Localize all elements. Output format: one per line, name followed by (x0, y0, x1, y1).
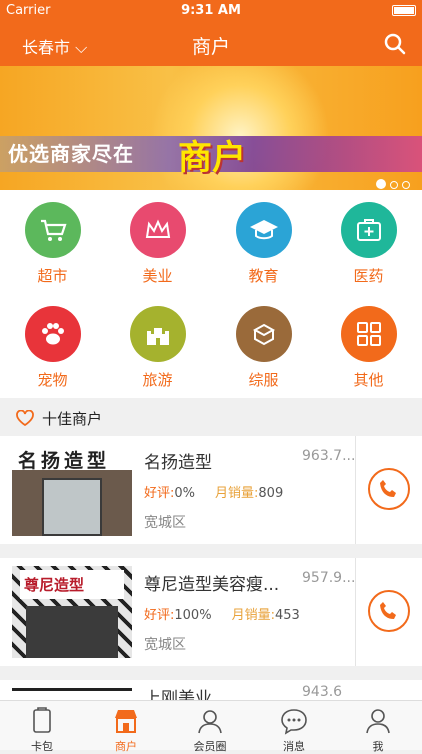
user-icon (366, 709, 390, 734)
grid-icon (340, 306, 397, 362)
chat-icon (281, 709, 307, 735)
search-icon[interactable] (384, 33, 406, 55)
banner-slogan: 优选商家尽在 (8, 142, 134, 166)
box-icon (235, 306, 292, 362)
category-other[interactable]: 其他 (316, 294, 421, 398)
graduation-cap-icon (235, 202, 292, 258)
category-label: 美业 (142, 267, 173, 285)
category-education[interactable]: 教育 (211, 190, 316, 294)
store-icon (115, 710, 137, 733)
shop-sales: 809 (258, 486, 284, 501)
phone-icon (380, 602, 396, 619)
category-label: 旅游 (142, 371, 173, 389)
category-medicine[interactable]: 医药 (316, 190, 421, 294)
paw-icon (24, 306, 81, 362)
shopping-cart-icon (24, 202, 81, 258)
castle-icon (129, 306, 186, 362)
shop-distance: 957.9... (302, 570, 356, 586)
heart-icon (16, 410, 34, 426)
shop-photo: 尊尼造型 (12, 566, 132, 658)
category-label: 超市 (37, 267, 68, 285)
shop-sign-text: 名扬造型 (18, 450, 111, 472)
category-supermarket[interactable]: 超市 (0, 190, 105, 294)
shop-name: 尊尼造型美容瘦... (144, 575, 280, 595)
category-label: 医药 (353, 267, 384, 285)
list-item[interactable]: 名扬造型 名扬造型 963.7... 好评:0% 月销量:809 宽城区 (0, 436, 422, 544)
shop-photo (12, 688, 132, 700)
call-button[interactable] (368, 590, 410, 632)
banner-page-indicator[interactable] (372, 174, 410, 190)
shop-area: 宽城区 (144, 515, 186, 531)
battery-icon (392, 5, 416, 16)
tab-merchants[interactable]: 商户 (84, 701, 168, 753)
category-services[interactable]: 综服 (211, 294, 316, 398)
category-label: 教育 (248, 267, 279, 285)
tab-members[interactable]: 会员圈 (168, 701, 252, 753)
category-label: 其他 (353, 371, 384, 389)
list-item[interactable]: 尊尼造型 尊尼造型美容瘦... 957.9... 好评:100% 月销量:453 … (0, 558, 422, 666)
members-icon (198, 710, 222, 734)
category-beauty[interactable]: 美业 (105, 190, 210, 294)
shop-rating: 0% (174, 486, 196, 501)
banner-highlight: 商户 (178, 138, 246, 178)
list-item[interactable]: 上刚美业 943.6 (0, 680, 422, 700)
phone-icon (380, 480, 396, 497)
call-button[interactable] (368, 468, 410, 510)
shop-name: 上刚美业 (144, 689, 212, 700)
nav-bar: 长春市 ⌵ 商户 (0, 22, 422, 66)
category-grid: 超市 美业 教育 医药 宠物 旅游 综服 其他 (0, 190, 422, 398)
shop-name: 名扬造型 (144, 453, 212, 473)
shop-sales: 453 (274, 608, 300, 623)
wallet-icon (33, 707, 51, 733)
shop-area: 宽城区 (144, 637, 186, 653)
section-header: 十佳商户 (0, 398, 422, 436)
crown-icon (129, 202, 186, 258)
tab-me[interactable]: 我 (336, 701, 420, 753)
shop-distance: 963.7... (302, 448, 356, 464)
tab-bar: 卡包 商户 会员圈 消息 我 (0, 700, 422, 753)
shop-sign-text: 尊尼造型 (20, 570, 124, 599)
tab-messages[interactable]: 消息 (252, 701, 336, 753)
category-pets[interactable]: 宠物 (0, 294, 105, 398)
section-title: 十佳商户 (42, 410, 103, 428)
shop-rating: 100% (174, 608, 212, 623)
shop-distance: 943.6 (302, 684, 343, 700)
page-title: 商户 (191, 36, 230, 58)
category-label: 综服 (248, 371, 279, 389)
category-label: 宠物 (37, 371, 68, 389)
tab-wallet[interactable]: 卡包 (0, 701, 84, 753)
promo-banner[interactable]: 优选商家尽在 商户 (0, 66, 422, 190)
status-bar: Carrier 9:31 AM (0, 0, 422, 22)
category-travel[interactable]: 旅游 (105, 294, 210, 398)
shop-photo: 名扬造型 (12, 444, 132, 536)
medical-kit-icon (340, 202, 397, 258)
status-time: 9:31 AM (181, 3, 241, 18)
